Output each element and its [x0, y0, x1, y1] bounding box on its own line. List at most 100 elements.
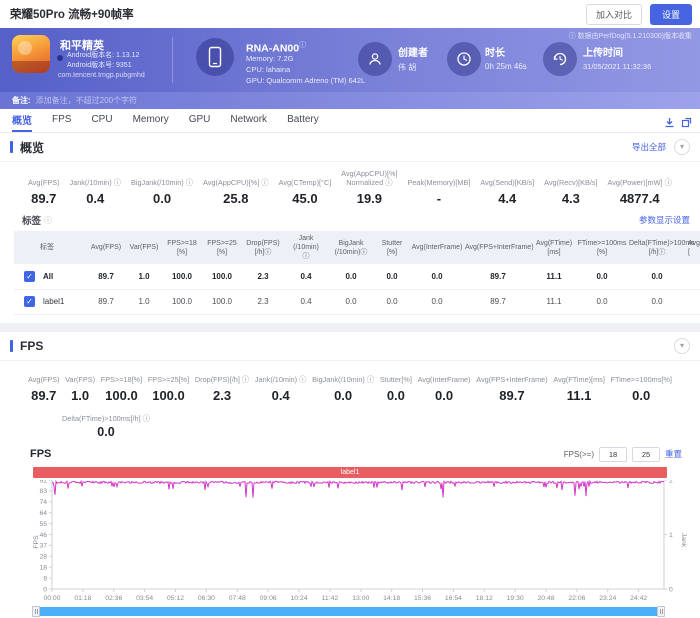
- cell: 0.0: [328, 289, 374, 314]
- stat-label: Avg(FPS+InterFrame): [476, 367, 547, 384]
- compare-button[interactable]: 加入对比: [586, 4, 642, 25]
- tab-Battery[interactable]: Battery: [287, 109, 319, 132]
- stat-label-line: Avg(FPS+InterFrame): [476, 376, 547, 385]
- row-label: label1: [43, 297, 64, 306]
- android-version-code: Android版本号: 9351: [67, 60, 132, 70]
- stat-item: Avg(CTemp)[°C]45.0: [279, 170, 332, 206]
- device-model: RNA-AN00ⓘ: [246, 40, 306, 55]
- col-label-line2: [%]: [375, 248, 409, 257]
- table-row-label1: ✓label189.71.0100.0100.02.30.40.00.00.08…: [14, 289, 700, 314]
- note-row: 备注: 添加备注，不超过200个字符: [0, 92, 700, 109]
- svg-text:Jank: Jank: [680, 533, 687, 548]
- fps-title: FPS: [20, 339, 43, 353]
- info-icon[interactable]: ⓘ: [299, 42, 306, 49]
- svg-text:19:30: 19:30: [507, 595, 524, 602]
- svg-text:1: 1: [669, 532, 673, 539]
- col-label-line1: 标签: [40, 243, 85, 252]
- stat-value: 100.0: [148, 388, 189, 403]
- column-header: Avg(FPS+InterFrame): [464, 231, 532, 264]
- col-label-line2: [%]: [577, 248, 627, 257]
- stat-value: 4.3: [544, 191, 597, 206]
- cell: 0.0: [374, 264, 410, 289]
- tab-Memory[interactable]: Memory: [133, 109, 169, 132]
- label-table: 标签Avg(FPS)Var(FPS)FPS>=18[%]FPS>=25[%]Dr…: [14, 231, 700, 315]
- top-bar: 荣耀50Pro 流畅+90帧率 加入对比 设置: [0, 0, 700, 28]
- cell: 0.0: [576, 289, 628, 314]
- export-all-link[interactable]: 导出全部: [632, 141, 666, 153]
- tab-概览[interactable]: 概览: [12, 109, 32, 132]
- labels-title: 标签: [22, 213, 41, 227]
- stat-item: Jank(/10min) ⓘ0.4: [70, 170, 122, 206]
- param-display-settings-link[interactable]: 参数显示设置: [639, 214, 690, 226]
- settings-button[interactable]: 设置: [650, 4, 692, 25]
- creator-value: 伟 胡: [398, 62, 416, 73]
- stat-value: 4.4: [480, 191, 534, 206]
- stat-label: Drop(FPS)[/h] ⓘ: [195, 367, 249, 384]
- stat-label: Avg(Send)[KB/s]: [480, 170, 534, 187]
- stat-value: 89.7: [28, 388, 60, 403]
- range-handle-left[interactable]: [32, 606, 40, 617]
- stat-item: Peak(Memory)[MB]-: [408, 170, 471, 206]
- stat-item: FPS>=25[%] 100.0: [148, 367, 189, 403]
- col-label-line2: [/h]ⓘ: [243, 248, 283, 257]
- row-label: All: [43, 272, 53, 281]
- tab-bar: 概览 FPS CPU Memory GPU Network Battery: [0, 109, 700, 133]
- stat-label-line: Avg(FTime)[ms]: [553, 376, 604, 385]
- info-icon[interactable]: ⓘ: [44, 215, 52, 226]
- fps-chart-svg[interactable]: 9283746455463728189021000:0001:1802:3603…: [30, 480, 690, 605]
- collapse-overview-button[interactable]: ▾: [674, 139, 690, 155]
- column-header: 标签: [14, 231, 86, 264]
- stat-value: 1.0: [65, 388, 95, 403]
- row-name-cell: ✓ All: [14, 264, 86, 289]
- stat-label: FTime>=100ms[%]: [611, 367, 672, 384]
- svg-text:00:00: 00:00: [43, 595, 60, 602]
- android-icon: [57, 55, 63, 61]
- col-label-line1: FTime>=100ms: [577, 239, 627, 248]
- column-header: Avg(FPS): [86, 231, 126, 264]
- reset-link[interactable]: 重置: [665, 448, 682, 460]
- cell: 0.0: [628, 264, 686, 289]
- section-accent-bar: [10, 340, 13, 352]
- stat-item: Avg(FPS)89.7: [28, 170, 60, 206]
- header-divider: [172, 37, 173, 83]
- cell: 100.0: [202, 264, 242, 289]
- row-checkbox[interactable]: ✓: [24, 296, 35, 307]
- fps-chart: label1 9283746455463728189021000:0001:18…: [0, 467, 700, 618]
- range-handle-right[interactable]: [657, 606, 665, 617]
- stat-value: 0.0: [380, 388, 412, 403]
- tab-FPS[interactable]: FPS: [52, 109, 71, 132]
- svg-text:24:42: 24:42: [630, 595, 647, 602]
- share-icon[interactable]: [681, 115, 692, 133]
- stat-value: 19.9: [341, 191, 397, 206]
- tab-Network[interactable]: Network: [230, 109, 267, 132]
- stat-value: 25.8: [203, 191, 269, 206]
- stat-label-line: Stutter[%]: [380, 376, 412, 385]
- download-icon[interactable]: [664, 115, 675, 133]
- stat-item: Avg(AppCPU)[%] ⓘ 25.8: [203, 170, 269, 206]
- col-label-line1: Avg(: [688, 239, 700, 248]
- upload-time-value: 31/05/2021 11:32:36: [583, 62, 651, 71]
- fps-threshold-input-2[interactable]: [632, 447, 660, 462]
- fps-threshold-input-1[interactable]: [599, 447, 627, 462]
- svg-text:46: 46: [39, 532, 47, 539]
- row-checkbox[interactable]: ✓: [24, 271, 35, 282]
- column-header: BigJank(/10min)ⓘ: [328, 231, 374, 264]
- stat-label: Avg(FPS): [28, 170, 60, 187]
- svg-text:18:12: 18:12: [476, 595, 493, 602]
- stat-label-line: FPS>=25[%]: [148, 376, 189, 385]
- chart-range-scrollbar[interactable]: [33, 607, 664, 616]
- note-input[interactable]: 添加备注，不超过200个字符: [36, 95, 137, 106]
- tab-CPU[interactable]: CPU: [91, 109, 112, 132]
- cell: 0.4: [284, 289, 328, 314]
- duration-value: 0h 25m 46s: [485, 62, 527, 71]
- fps-threshold-label: FPS(>=): [564, 450, 594, 459]
- stat-item: Var(FPS)1.0: [65, 367, 95, 403]
- column-header: FTime>=100ms[%]: [576, 231, 628, 264]
- collapse-fps-button[interactable]: ▾: [674, 338, 690, 354]
- package-name: com.tencent.tmgp.pubgmhd: [58, 72, 145, 79]
- stat-label-line: Drop(FPS)[/h] ⓘ: [195, 376, 249, 385]
- tab-GPU[interactable]: GPU: [189, 109, 211, 132]
- stat-label: Avg(AppCPU)[%] ⓘ: [203, 170, 269, 187]
- stat-label: FPS>=18[%]: [101, 367, 142, 384]
- column-header: Jank (/10min)ⓘ: [284, 231, 328, 264]
